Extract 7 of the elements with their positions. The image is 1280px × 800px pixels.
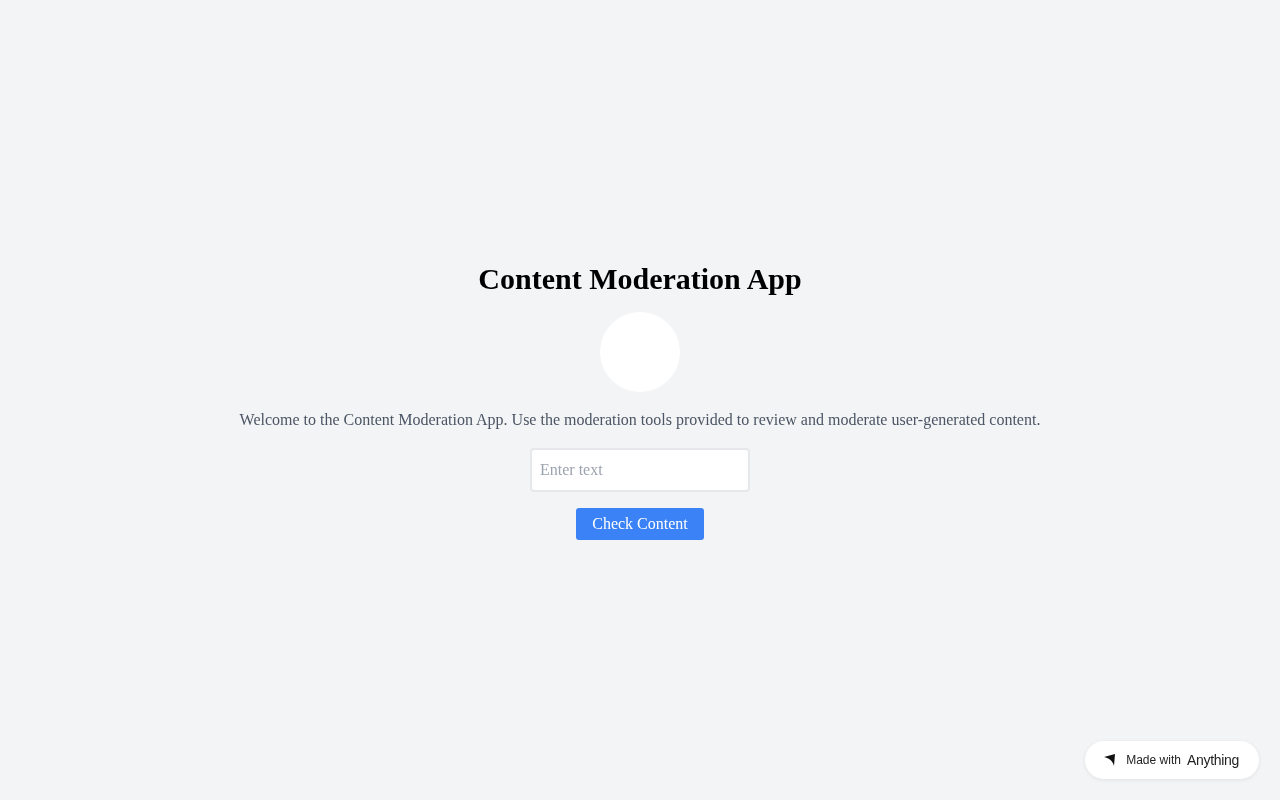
intro-text: Welcome to the Content Moderation App. Use the moderation tools provided to review and moderate user-generated content. <box>239 410 1041 430</box>
badge-label: Made with <box>1126 753 1181 767</box>
check-content-button[interactable]: Check Content <box>576 508 704 540</box>
brand-name: Anything <box>1186 752 1239 768</box>
made-with-badge[interactable]: Made with Anything <box>1085 741 1259 779</box>
text-input-field[interactable]: Enter text <box>530 448 750 492</box>
page-title: Content Moderation App <box>478 262 802 296</box>
